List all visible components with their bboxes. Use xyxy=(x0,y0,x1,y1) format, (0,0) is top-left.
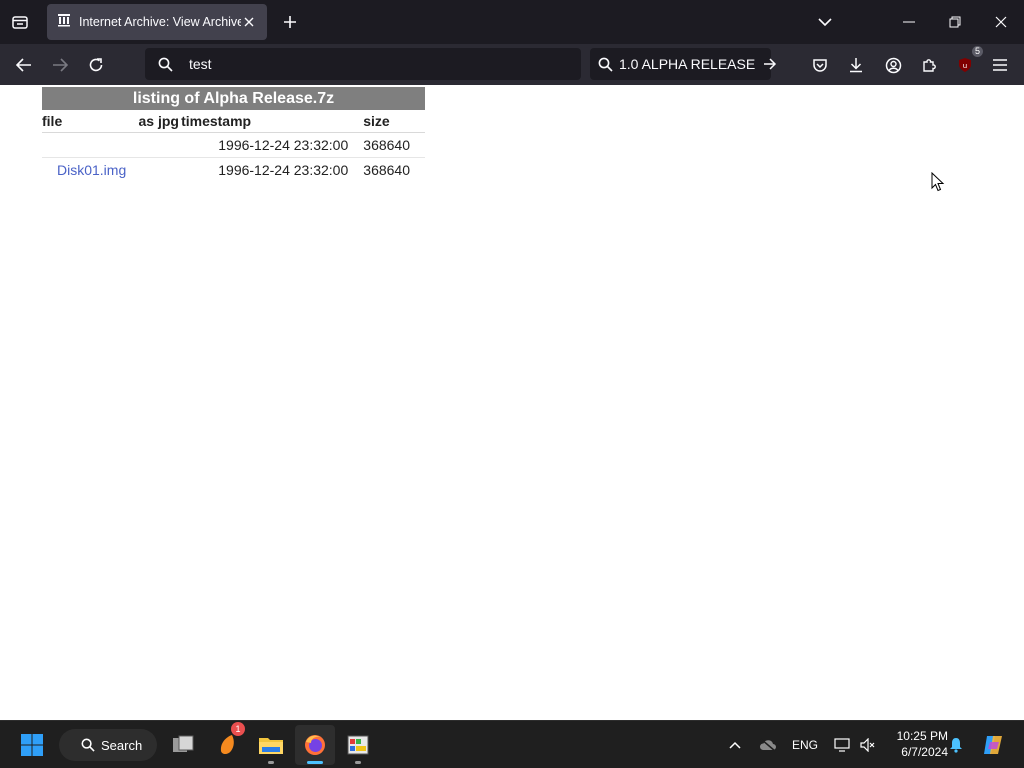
column-header-file: file xyxy=(42,110,139,133)
timestamp-cell: 1996-12-24 23:32:00 xyxy=(181,132,364,158)
notification-badge: 1 xyxy=(231,722,245,736)
search-bar[interactable]: 1.0 ALPHA RELEASE xyxy=(590,48,777,80)
restore-window-icon[interactable] xyxy=(944,11,966,33)
column-header-as-jpg: as jpg xyxy=(138,110,182,133)
table-row: Disk01.img 1996-12-24 23:32:00 368640 xyxy=(42,157,425,182)
as-jpg-cell xyxy=(138,132,182,158)
taskbar-search-box[interactable]: Search xyxy=(59,729,157,761)
copilot-icon[interactable] xyxy=(980,732,1006,758)
search-icon xyxy=(598,57,613,72)
file-cell: Disk01.img xyxy=(42,157,139,182)
clock[interactable]: 10:25 PM 6/7/2024 xyxy=(884,728,948,760)
browser-tab-bar: Internet Archive: View Archive xyxy=(0,0,1024,44)
clock-date: 6/7/2024 xyxy=(901,745,948,759)
file-explorer-icon[interactable] xyxy=(251,725,291,765)
archive-columns-icon xyxy=(57,13,71,32)
windows-taskbar: Search 1 ENG 10:25 PM 6/7/2024 xyxy=(0,720,1024,768)
archive-listing-table: listing of Alpha Release.7z file as jpg … xyxy=(42,87,425,182)
tool-app-icon[interactable] xyxy=(338,725,378,765)
column-header-size: size xyxy=(363,110,425,133)
search-icon xyxy=(158,57,173,72)
column-header-timestamp: timestamp xyxy=(181,110,364,133)
chevron-up-icon[interactable] xyxy=(725,735,745,755)
reload-icon[interactable] xyxy=(84,53,108,77)
account-icon[interactable] xyxy=(881,53,905,77)
extensions-puzzle-icon[interactable] xyxy=(917,53,941,77)
chevron-down-icon[interactable] xyxy=(814,11,836,33)
network-display-icon[interactable] xyxy=(832,735,852,755)
as-jpg-cell xyxy=(139,157,182,182)
list-all-tabs-icon[interactable] xyxy=(8,10,32,34)
file-link-disk01[interactable]: Disk01.img xyxy=(57,162,126,178)
search-icon xyxy=(81,738,95,752)
running-indicator xyxy=(268,761,274,764)
go-arrow-icon[interactable] xyxy=(763,58,777,70)
back-arrow-icon[interactable] xyxy=(12,53,36,77)
volume-muted-icon[interactable] xyxy=(858,735,878,755)
downloads-icon[interactable] xyxy=(844,53,868,77)
pocket-icon[interactable] xyxy=(808,53,832,77)
orange-app-icon[interactable]: 1 xyxy=(208,722,248,765)
hamburger-menu-icon[interactable] xyxy=(988,53,1012,77)
mouse-pointer-icon xyxy=(931,171,945,197)
search-query-text: 1.0 ALPHA RELEASE xyxy=(619,56,756,72)
table-row: 1996-12-24 23:32:00 368640 xyxy=(42,132,425,158)
language-indicator[interactable]: ENG xyxy=(792,738,818,752)
running-indicator xyxy=(355,761,361,764)
page-content: listing of Alpha Release.7z file as jpg … xyxy=(0,85,1024,720)
taskbar-search-label: Search xyxy=(101,737,143,753)
active-indicator xyxy=(307,761,323,764)
tab-internet-archive[interactable]: Internet Archive: View Archive xyxy=(47,4,267,40)
minimize-window-icon[interactable] xyxy=(898,11,920,33)
file-cell xyxy=(42,132,139,158)
url-text: test xyxy=(189,56,212,72)
svg-text:u: u xyxy=(963,62,967,70)
ublock-shield-icon[interactable]: u 5 xyxy=(953,46,983,77)
navigation-toolbar: test 1.0 ALPHA RELEASE u 5 xyxy=(0,44,1024,85)
size-cell: 368640 xyxy=(363,161,410,178)
size-cell: 368640 xyxy=(363,132,425,158)
notification-bell-icon[interactable] xyxy=(946,735,966,755)
task-view-icon[interactable] xyxy=(163,725,203,765)
listing-caption: listing of Alpha Release.7z xyxy=(42,87,425,110)
extension-badge: 5 xyxy=(971,46,983,57)
clock-time: 10:25 PM xyxy=(896,729,948,743)
table-header-row: file as jpg timestamp size xyxy=(42,110,425,133)
timestamp-cell: 1996-12-24 23:32:00 xyxy=(218,161,349,178)
windows-start-icon[interactable] xyxy=(12,725,52,765)
new-tab-icon[interactable] xyxy=(279,11,301,33)
firefox-icon[interactable] xyxy=(295,725,335,765)
forward-arrow-icon[interactable] xyxy=(48,53,72,77)
cloud-offline-icon[interactable] xyxy=(757,735,779,755)
address-bar[interactable]: test xyxy=(145,48,581,80)
tab-title: Internet Archive: View Archive xyxy=(79,15,241,29)
close-tab-icon[interactable] xyxy=(241,14,257,30)
close-window-icon[interactable] xyxy=(990,11,1012,33)
